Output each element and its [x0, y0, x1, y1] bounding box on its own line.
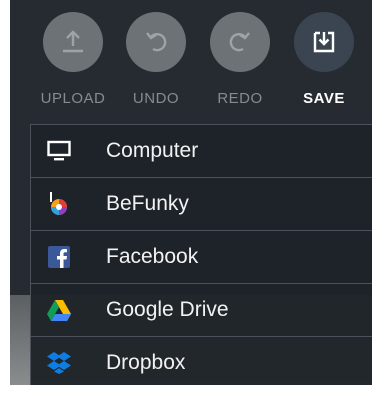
menu-item-google-drive[interactable]: Google Drive: [31, 284, 372, 337]
menu-item-label: BeFunky: [106, 192, 189, 215]
redo-icon: [229, 32, 250, 52]
befunky-logo-icon: [47, 192, 71, 216]
google-drive-icon: [47, 298, 71, 322]
dropbox-icon: [47, 351, 71, 375]
redo-button[interactable]: REDO: [205, 12, 275, 107]
save-icon: [313, 31, 335, 53]
upload-label: UPLOAD: [40, 90, 106, 107]
facebook-icon: [47, 245, 71, 269]
save-button[interactable]: SAVE: [289, 12, 359, 107]
upload-circle[interactable]: [43, 12, 103, 72]
top-toolbar: UPLOAD UNDO REDO SAVE: [10, 0, 372, 120]
menu-item-label: Facebook: [106, 245, 199, 268]
upload-icon: [63, 30, 83, 53]
save-label: SAVE: [303, 90, 345, 107]
undo-label: UNDO: [132, 90, 180, 107]
menu-item-computer[interactable]: Computer: [31, 125, 372, 178]
monitor-icon: [47, 139, 71, 163]
menu-item-label: Computer: [106, 139, 199, 162]
undo-circle[interactable]: [126, 12, 186, 72]
redo-label: REDO: [217, 90, 263, 107]
menu-item-facebook[interactable]: Facebook: [31, 231, 372, 284]
save-circle[interactable]: [294, 12, 354, 72]
menu-item-label: Google Drive: [106, 298, 229, 321]
menu-item-dropbox[interactable]: Dropbox: [31, 337, 372, 385]
save-destination-menu: Computer BeFunky Facebook Google Drive D…: [30, 124, 372, 385]
undo-button[interactable]: UNDO: [121, 12, 191, 107]
upload-button[interactable]: UPLOAD: [38, 12, 108, 107]
editor-panel: UPLOAD UNDO REDO SAVE Computer BeFunky F…: [10, 0, 372, 385]
menu-item-label: Dropbox: [106, 351, 186, 374]
undo-icon: [146, 32, 167, 52]
menu-item-befunky[interactable]: BeFunky: [31, 178, 372, 231]
redo-circle[interactable]: [210, 12, 270, 72]
